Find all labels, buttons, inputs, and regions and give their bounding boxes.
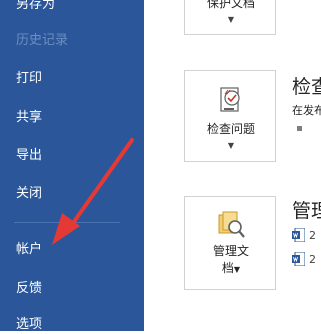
annotation-arrow — [52, 138, 134, 245]
